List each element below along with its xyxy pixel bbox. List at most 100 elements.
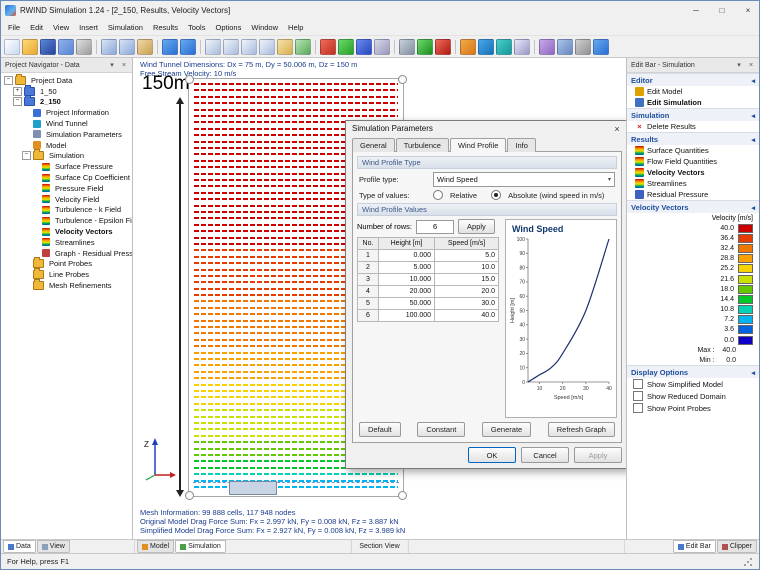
edit-bar-item-streamlines[interactable]: Streamlines — [627, 178, 759, 189]
tree-item-graph-residual-pressure[interactable]: Graph - Residual Pressure — [1, 248, 132, 259]
mesh-settings-icon[interactable] — [399, 39, 415, 55]
section-header-velocity-vectors[interactable]: Velocity Vectors◂ — [627, 200, 759, 213]
resize-grip[interactable] — [743, 557, 753, 567]
edit-bar-item-surface-quantities[interactable]: Surface Quantities — [627, 145, 759, 156]
tab-clipper[interactable]: Clipper — [717, 540, 757, 553]
panel-close-icon[interactable]: × — [118, 62, 130, 69]
print-icon[interactable] — [76, 39, 92, 55]
display-option-show-point-probes[interactable]: Show Point Probes — [627, 402, 759, 414]
options-gear-icon[interactable] — [575, 39, 591, 55]
rotate-icon[interactable] — [295, 39, 311, 55]
panel-options-icon[interactable]: ▾ — [106, 61, 118, 69]
tree-item-mesh-refinements[interactable]: Mesh Refinements — [1, 280, 132, 291]
tree-item-simulation-parameters[interactable]: Simulation Parameters — [1, 129, 132, 140]
checkbox[interactable] — [633, 391, 643, 401]
profile-type-select[interactable]: Wind Speed ▾ — [433, 172, 615, 187]
edit-bar-item-edit-model[interactable]: Edit Model — [627, 86, 759, 97]
tree-item-project-data[interactable]: −Project Data — [1, 75, 132, 86]
apply-rows-button[interactable]: Apply — [458, 219, 495, 234]
corner-handle[interactable] — [185, 491, 194, 500]
section-view-label[interactable]: Section View — [350, 540, 408, 553]
tree-item-velocity-vectors[interactable]: Velocity Vectors — [1, 226, 132, 237]
zoom-out-icon[interactable] — [241, 39, 257, 55]
tab-general[interactable]: General — [352, 138, 395, 152]
view-iso-icon[interactable] — [374, 39, 390, 55]
refresh-graph-button[interactable]: Refresh Graph — [548, 422, 615, 437]
absolute-radio[interactable] — [491, 190, 501, 200]
tree-item-surface-cp-coefficient[interactable]: Surface Cp Coefficient — [1, 172, 132, 183]
pan-icon[interactable] — [277, 39, 293, 55]
display-option-show-reduced-domain[interactable]: Show Reduced Domain — [627, 390, 759, 402]
tree-item-streamlines[interactable]: Streamlines — [1, 237, 132, 248]
view-y-icon[interactable] — [338, 39, 354, 55]
tab-model[interactable]: Model — [137, 540, 174, 553]
table-cell[interactable]: 30.0 — [435, 298, 499, 310]
menu-item-tools[interactable]: Tools — [183, 21, 211, 34]
copy-icon[interactable] — [119, 39, 135, 55]
redo-icon[interactable] — [180, 39, 196, 55]
open-file-icon[interactable] — [22, 39, 38, 55]
tab-edit-bar[interactable]: Edit Bar — [673, 540, 716, 553]
tree-item-2-150[interactable]: −2_150 — [1, 97, 132, 108]
tab-info[interactable]: Info — [507, 138, 536, 152]
help-icon[interactable] — [593, 39, 609, 55]
stop-simulation-icon[interactable] — [435, 39, 451, 55]
checkbox[interactable] — [633, 379, 643, 389]
building-model[interactable] — [229, 481, 277, 495]
display-option-show-simplified-model[interactable]: Show Simplified Model — [627, 378, 759, 390]
edit-bar-item-edit-simulation[interactable]: Edit Simulation — [627, 97, 759, 108]
ok-button[interactable]: OK — [468, 447, 516, 463]
edit-bar-item-velocity-vectors[interactable]: Velocity Vectors — [627, 167, 759, 178]
cut-icon[interactable] — [101, 39, 117, 55]
tree-item-surface-pressure[interactable]: Surface Pressure — [1, 161, 132, 172]
corner-handle[interactable] — [398, 491, 407, 500]
section-header-simulation[interactable]: Simulation◂ — [627, 108, 759, 121]
table-cell[interactable]: 100.000 — [379, 310, 435, 322]
menu-item-results[interactable]: Results — [148, 21, 183, 34]
tree-item-pressure-field[interactable]: Pressure Field — [1, 183, 132, 194]
tree-item-line-probes[interactable]: Line Probes — [1, 269, 132, 280]
section-header-editor[interactable]: Editor◂ — [627, 73, 759, 86]
menu-item-help[interactable]: Help — [283, 21, 308, 34]
generate-button[interactable]: Generate — [482, 422, 531, 437]
undo-icon[interactable] — [162, 39, 178, 55]
checkbox[interactable] — [633, 403, 643, 413]
corner-handle[interactable] — [185, 75, 194, 84]
table-cell[interactable]: 0.000 — [379, 250, 435, 262]
section-header-display-options[interactable]: Display Options◂ — [627, 365, 759, 378]
tree-expander-icon[interactable]: − — [13, 97, 22, 106]
viewport[interactable]: Wind Tunnel Dimensions: Dx = 75 m, Dy = … — [133, 58, 626, 539]
velocity-vectors-icon[interactable] — [478, 39, 494, 55]
tree-item-point-probes[interactable]: Point Probes — [1, 259, 132, 270]
relative-radio[interactable] — [433, 190, 443, 200]
result-graph-icon[interactable] — [514, 39, 530, 55]
menu-item-insert[interactable]: Insert — [74, 21, 103, 34]
tree-item-1-50[interactable]: +1_50 — [1, 86, 132, 97]
tree-item-project-information[interactable]: Project Information — [1, 107, 132, 118]
section-header-results[interactable]: Results◂ — [627, 132, 759, 145]
panel-options-icon[interactable]: ▾ — [733, 61, 745, 69]
table-cell[interactable]: 50.000 — [379, 298, 435, 310]
menu-item-options[interactable]: Options — [210, 21, 246, 34]
view-x-icon[interactable] — [320, 39, 336, 55]
table-cell[interactable]: 15.0 — [435, 274, 499, 286]
run-simulation-icon[interactable] — [417, 39, 433, 55]
tab-turbulence[interactable]: Turbulence — [396, 138, 449, 152]
menu-item-simulation[interactable]: Simulation — [103, 21, 148, 34]
streamlines-icon[interactable] — [496, 39, 512, 55]
view-z-icon[interactable] — [356, 39, 372, 55]
table-cell[interactable]: 10.000 — [379, 274, 435, 286]
point-probe-icon[interactable] — [539, 39, 555, 55]
menu-item-edit[interactable]: Edit — [25, 21, 48, 34]
constant-button[interactable]: Constant — [417, 422, 465, 437]
table-cell[interactable]: 5.000 — [379, 262, 435, 274]
number-of-rows-input[interactable]: 6 — [416, 220, 454, 234]
dialog-close-icon[interactable]: × — [608, 124, 626, 134]
tree-item-turbulence-k-field[interactable]: Turbulence - k Field — [1, 205, 132, 216]
table-cell[interactable]: 40.0 — [435, 310, 499, 322]
tree-item-turbulence-epsilon-field[interactable]: Turbulence - Epsilon Field — [1, 215, 132, 226]
tree-item-velocity-field[interactable]: Velocity Field — [1, 194, 132, 205]
save-icon[interactable] — [40, 39, 56, 55]
table-cell[interactable]: 5.0 — [435, 250, 499, 262]
cancel-button[interactable]: Cancel — [521, 447, 569, 463]
